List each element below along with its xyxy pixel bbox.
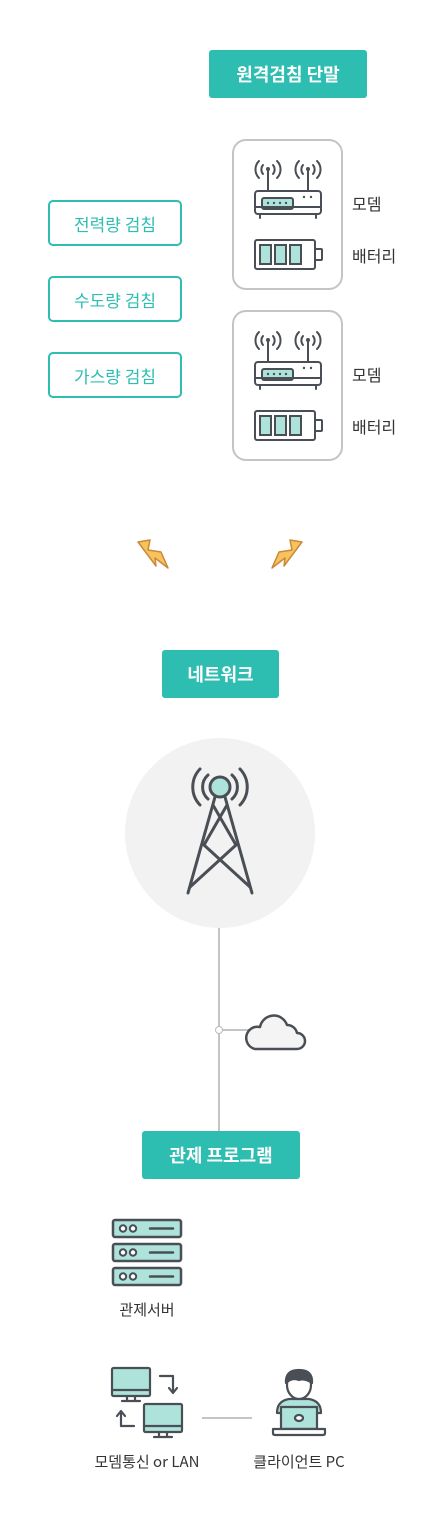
modem-lan-label: 모뎀통신 or LAN: [94, 1451, 200, 1472]
meter-electric-button[interactable]: 전력량 검침: [48, 200, 182, 246]
client-connector-line: [202, 1417, 252, 1419]
person-laptop-icon: [271, 1368, 327, 1437]
device-box-2: [232, 310, 343, 461]
modem-label-2: 모뎀: [352, 362, 382, 386]
modem-label-1: 모뎀: [352, 191, 382, 215]
battery-label-2: 배터리: [352, 414, 397, 438]
meter-water-button[interactable]: 수도량 검침: [48, 276, 182, 322]
modem-icon: [254, 160, 322, 219]
server-label: 관제서버: [119, 1299, 175, 1320]
connector-node: [215, 1026, 223, 1034]
battery-icon: [254, 410, 323, 441]
cloud-icon: [245, 1014, 307, 1051]
server-icon: [111, 1218, 183, 1287]
meter-gas-button[interactable]: 가스량 검침: [48, 352, 182, 398]
tower-icon: [186, 767, 254, 895]
modem-icon: [254, 331, 322, 390]
battery-icon: [254, 239, 323, 270]
network-title: 네트워크: [162, 650, 279, 698]
client-pc-label: 클라이언트 PC: [253, 1451, 345, 1472]
battery-label-1: 배터리: [352, 243, 397, 267]
lightning-icon: [271, 539, 303, 569]
device-box-1: [232, 139, 343, 290]
monitor-icon: [110, 1366, 184, 1439]
control-title: 관제 프로그램: [142, 1131, 300, 1179]
terminal-title: 원격검침 단말: [209, 50, 367, 98]
lightning-icon: [137, 539, 169, 569]
